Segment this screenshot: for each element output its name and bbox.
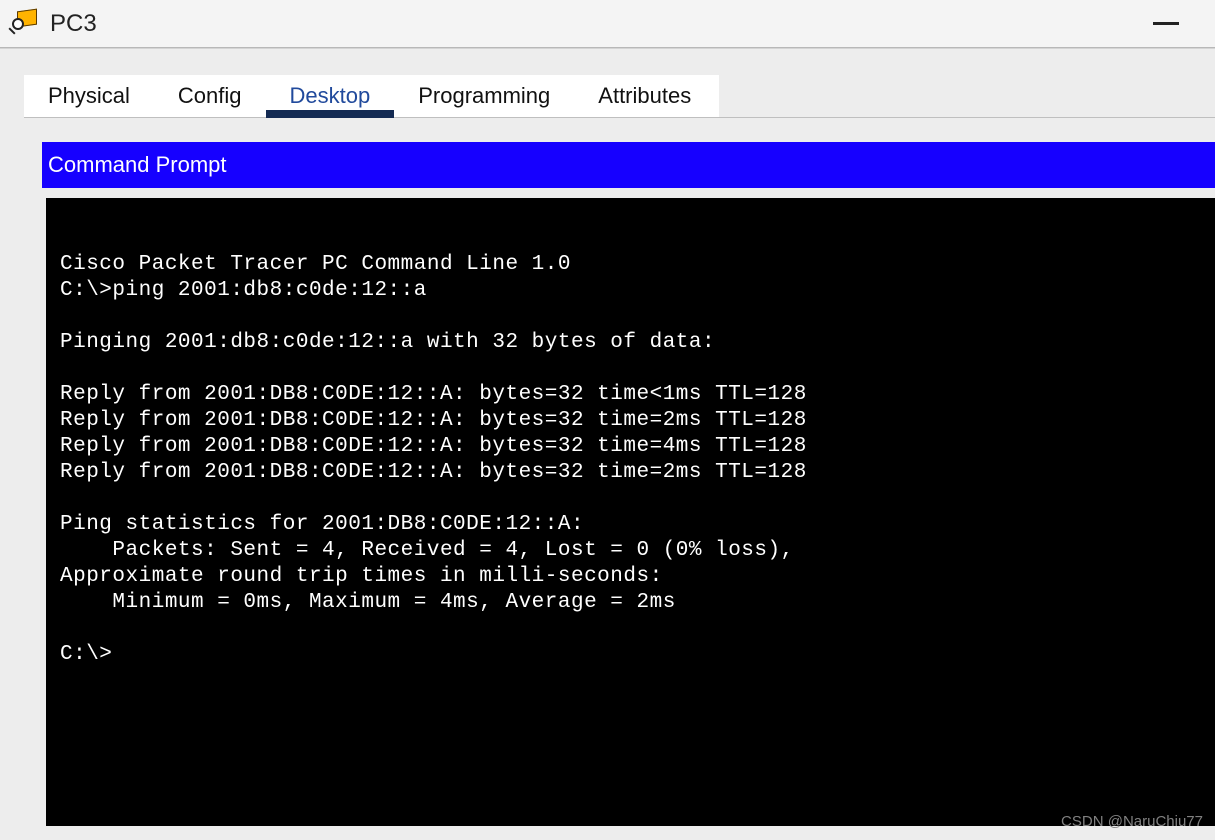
command-prompt-terminal[interactable]: Cisco Packet Tracer PC Command Line 1.0 … — [46, 198, 1215, 826]
titlebar: PC3 — [0, 0, 1215, 48]
tab-programming[interactable]: Programming — [394, 75, 574, 117]
tab-attributes[interactable]: Attributes — [574, 75, 715, 117]
panel-title: Command Prompt — [42, 142, 1215, 188]
tab-config[interactable]: Config — [154, 75, 266, 117]
panel-wrap: Command Prompt Cisco Packet Tracer PC Co… — [24, 117, 1215, 826]
tab-desktop[interactable]: Desktop — [266, 75, 395, 117]
minimize-button[interactable] — [1153, 22, 1179, 25]
device-pc-icon — [14, 10, 42, 38]
tab-bar: PhysicalConfigDesktopProgrammingAttribut… — [24, 75, 719, 117]
content-area: PhysicalConfigDesktopProgrammingAttribut… — [0, 48, 1215, 826]
watermark-text: CSDN @NaruChiu77 — [1061, 813, 1203, 830]
tab-physical[interactable]: Physical — [24, 75, 154, 117]
window-title: PC3 — [50, 10, 97, 38]
